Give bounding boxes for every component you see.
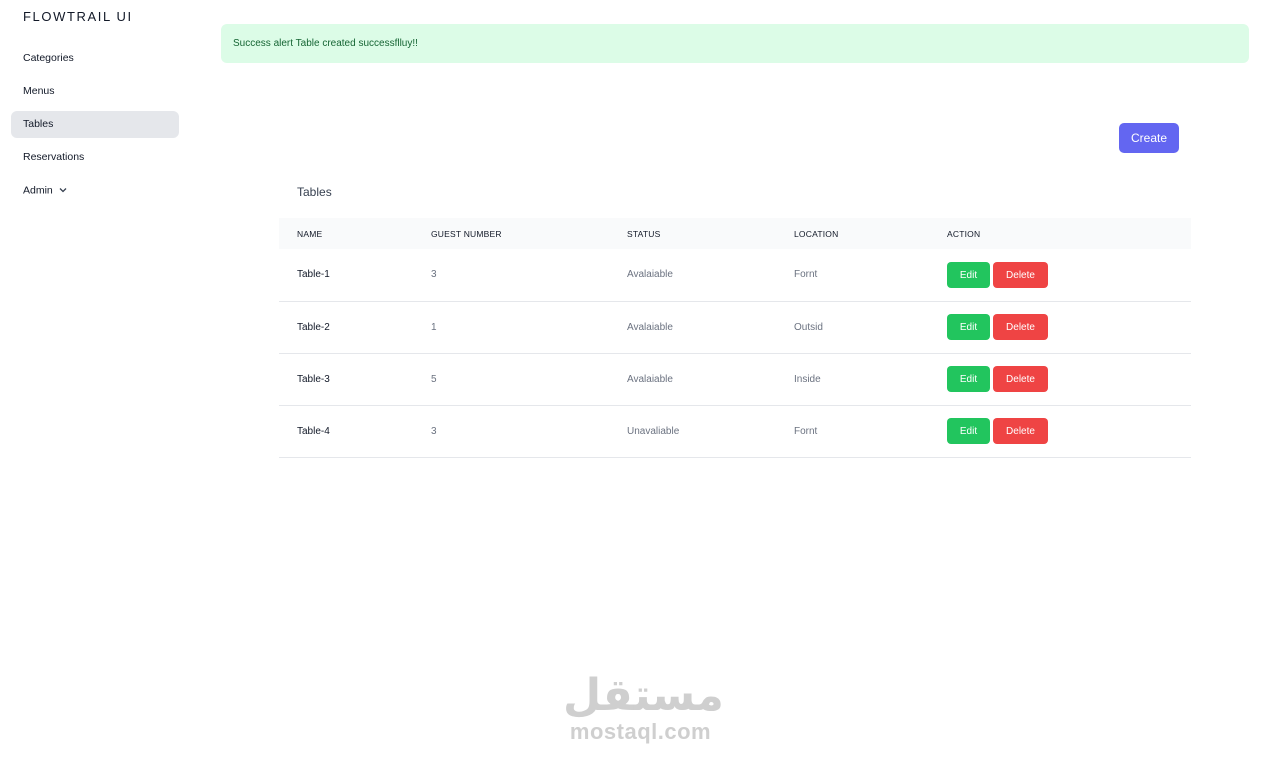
chevron-down-icon	[59, 177, 67, 204]
table-row: Table-1 3 Avalaiable Fornt Edit Delete	[279, 249, 1191, 301]
delete-button[interactable]: Delete	[993, 366, 1048, 392]
cell-actions: Edit Delete	[947, 301, 1191, 353]
cell-name: Table-4	[297, 425, 330, 437]
sidebar-item-tables[interactable]: Tables	[11, 111, 179, 138]
tables-table: NAME GUEST NUMBER STATUS LOCATION ACTION…	[279, 218, 1191, 458]
edit-button[interactable]: Edit	[947, 366, 990, 392]
cell-location: Fornt	[794, 269, 818, 281]
edit-button[interactable]: Edit	[947, 314, 990, 340]
cell-location: Fornt	[794, 425, 818, 437]
column-header-action: ACTION	[947, 228, 981, 239]
cell-name: Table-2	[297, 321, 330, 333]
cell-actions: Edit Delete	[947, 353, 1191, 405]
cell-name: Table-3	[297, 373, 330, 385]
cell-guest-number: 5	[431, 373, 437, 385]
delete-button[interactable]: Delete	[993, 418, 1048, 444]
watermark: مستقل mostaql.com	[563, 671, 724, 745]
cell-status: Unavaliable	[627, 425, 680, 437]
alert-message: Table created successflluy!!	[295, 38, 418, 49]
cell-actions: Edit Delete	[947, 249, 1191, 301]
cell-location: Outsid	[794, 321, 823, 333]
delete-button[interactable]: Delete	[993, 261, 1048, 288]
create-button[interactable]: Create	[1119, 123, 1179, 153]
sidebar: FLOWTRAIL UI Categories Menus Tables Res…	[0, 0, 190, 763]
sidebar-nav: Categories Menus Tables Reservations Adm…	[11, 45, 179, 210]
cell-name: Table-1	[297, 269, 330, 281]
cell-status: Avalaiable	[627, 269, 673, 281]
cell-status: Avalaiable	[627, 373, 673, 385]
column-header-location: LOCATION	[794, 228, 839, 239]
watermark-latin: mostaql.com	[569, 719, 712, 744]
edit-button[interactable]: Edit	[947, 261, 990, 288]
sidebar-item-admin[interactable]: Admin	[11, 177, 179, 204]
cell-guest-number: 1	[431, 321, 437, 333]
delete-button[interactable]: Delete	[993, 314, 1048, 340]
cell-guest-number: 3	[431, 425, 437, 437]
cell-status: Avalaiable	[627, 321, 673, 333]
table-card-title: Tables	[297, 185, 332, 199]
table-header-row: NAME GUEST NUMBER STATUS LOCATION ACTION	[279, 218, 1191, 249]
alert-prefix: Success alert	[233, 38, 294, 49]
column-header-name: NAME	[297, 228, 323, 239]
table-row: Table-4 3 Unavaliable Fornt Edit Delete	[279, 405, 1191, 457]
column-header-guest-number: GUEST NUMBER	[431, 228, 502, 239]
brand-logo[interactable]: FLOWTRAIL UI	[23, 9, 133, 24]
column-header-status: STATUS	[627, 228, 661, 239]
sidebar-item-admin-label: Admin	[23, 184, 53, 197]
watermark-arabic: مستقل	[563, 671, 724, 720]
sidebar-item-menus[interactable]: Menus	[11, 78, 179, 105]
success-alert: Success alert Table created successflluy…	[221, 24, 1249, 63]
cell-guest-number: 3	[431, 269, 437, 281]
sidebar-item-categories[interactable]: Categories	[11, 45, 179, 72]
table-row: Table-3 5 Avalaiable Inside Edit Delete	[279, 353, 1191, 405]
cell-actions: Edit Delete	[947, 405, 1191, 457]
sidebar-item-reservations[interactable]: Reservations	[11, 144, 179, 171]
table-row: Table-2 1 Avalaiable Outsid Edit Delete	[279, 301, 1191, 353]
edit-button[interactable]: Edit	[947, 418, 990, 444]
cell-location: Inside	[794, 373, 821, 385]
